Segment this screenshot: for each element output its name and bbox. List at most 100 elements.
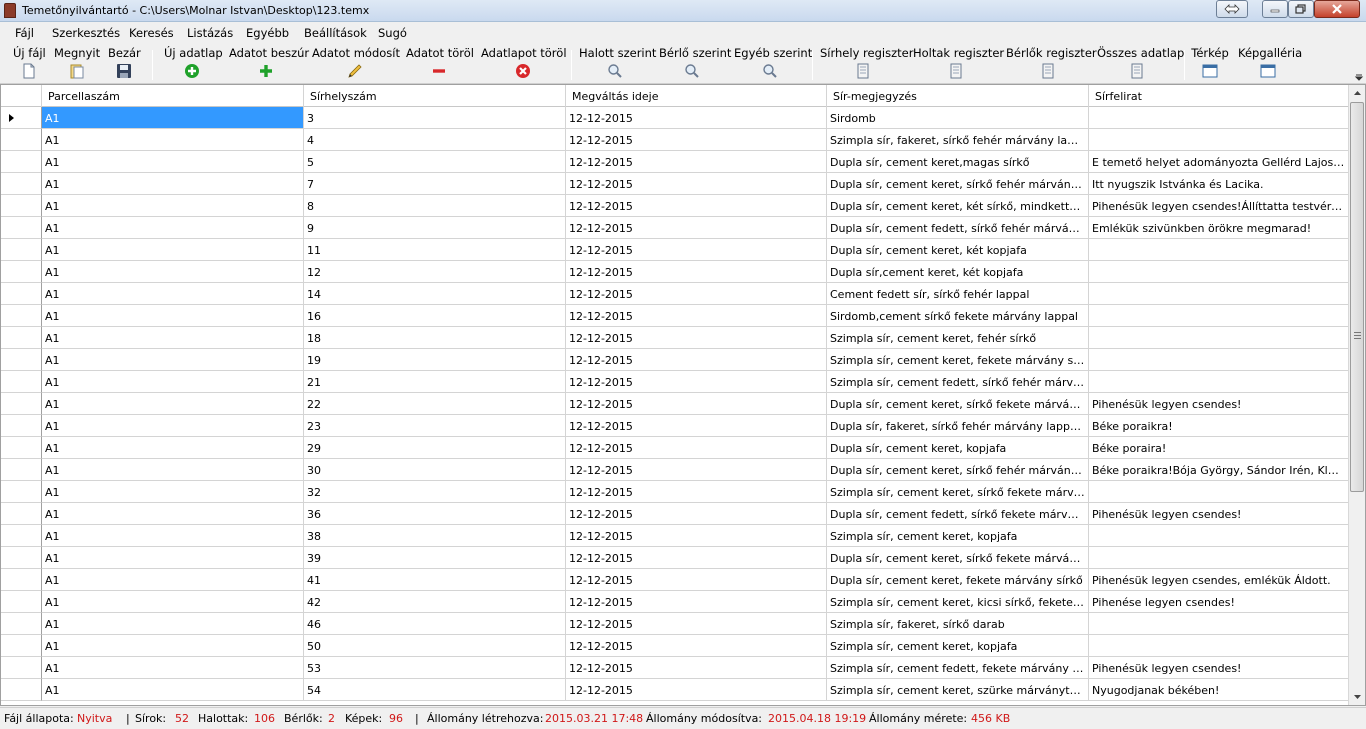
table-row[interactable]: A1 16 12-12-2015 Sirdomb,cement sírkő feket… <box>1 305 1349 327</box>
inscription-cell[interactable]: Itt nyugszik Istvánka és Lacika. <box>1089 173 1349 195</box>
column-header-grave-number[interactable]: Sírhelyszám <box>304 85 566 107</box>
data-grid[interactable]: Parcellaszám Sírhelyszám Megváltás ideje… <box>0 84 1366 706</box>
table-row[interactable]: A1 29 12-12-2015 Dupla sír, cement keret, k… <box>1 437 1349 459</box>
row-header[interactable] <box>1 635 42 657</box>
grave-note-cell[interactable]: Dupla sír, cement fedett, sírkő fekete m… <box>827 503 1089 525</box>
redemption-date-cell[interactable]: 12-12-2015 <box>566 591 827 613</box>
grave-note-cell[interactable]: Sirdomb,cement sírkő fekete márvány lapp… <box>827 305 1089 327</box>
parcel-cell[interactable]: A1 <box>42 415 304 437</box>
grave-number-cell[interactable]: 36 <box>304 503 566 525</box>
vertical-scrollbar[interactable] <box>1348 85 1365 705</box>
header-corner[interactable] <box>1 85 42 107</box>
inscription-cell[interactable] <box>1089 305 1349 327</box>
row-header[interactable] <box>1 129 42 151</box>
table-row[interactable]: A1 50 12-12-2015 Szimpla sír, cement keret,… <box>1 635 1349 657</box>
table-row[interactable]: A1 12 12-12-2015 Dupla sír,cement keret, ké… <box>1 261 1349 283</box>
inscription-cell[interactable] <box>1089 635 1349 657</box>
parcel-cell[interactable]: A1 <box>42 569 304 591</box>
search-other-button[interactable]: Egyéb szerint <box>734 46 812 82</box>
redemption-date-cell[interactable]: 12-12-2015 <box>566 657 827 679</box>
grave-note-cell[interactable]: Szimpla sír, fakeret, sírkő darab <box>827 613 1089 635</box>
redemption-date-cell[interactable]: 12-12-2015 <box>566 547 827 569</box>
grave-number-cell[interactable]: 19 <box>304 349 566 371</box>
row-header[interactable] <box>1 261 42 283</box>
redemption-date-cell[interactable]: 12-12-2015 <box>566 107 827 129</box>
redemption-date-cell[interactable]: 12-12-2015 <box>566 525 827 547</box>
inscription-cell[interactable] <box>1089 107 1349 129</box>
inscription-cell[interactable]: Béke poraikra! <box>1089 415 1349 437</box>
table-row[interactable]: A1 39 12-12-2015 Dupla sír, cement keret, s… <box>1 547 1349 569</box>
parcel-cell[interactable]: A1 <box>42 503 304 525</box>
grave-note-cell[interactable]: Dupla sír, cement keret, két kopjafa <box>827 239 1089 261</box>
table-row[interactable]: A1 46 12-12-2015 Szimpla sír, fakeret, sírk… <box>1 613 1349 635</box>
table-row[interactable]: A1 38 12-12-2015 Szimpla sír, cement keret,… <box>1 525 1349 547</box>
table-row[interactable]: A1 41 12-12-2015 Dupla sír, cement keret, f… <box>1 569 1349 591</box>
table-row[interactable]: A1 11 12-12-2015 Dupla sír, cement keret, k… <box>1 239 1349 261</box>
parcel-cell[interactable]: A1 <box>42 217 304 239</box>
grave-number-cell[interactable]: 39 <box>304 547 566 569</box>
grave-number-cell[interactable]: 50 <box>304 635 566 657</box>
edit-record-button[interactable]: Adatot módosít <box>312 46 400 82</box>
redemption-date-cell[interactable]: 12-12-2015 <box>566 239 827 261</box>
redemption-date-cell[interactable]: 12-12-2015 <box>566 415 827 437</box>
menu-search[interactable]: Keresés <box>129 26 174 40</box>
table-row[interactable]: A1 23 12-12-2015 Dupla sír, fakeret, sírkő … <box>1 415 1349 437</box>
inscription-cell[interactable]: E temető helyet adományozta Gellérd Lajo… <box>1089 151 1349 173</box>
grave-note-cell[interactable]: Szimpla sír, cement fedett, sírkő fehér … <box>827 371 1089 393</box>
grave-number-cell[interactable]: 5 <box>304 151 566 173</box>
inscription-cell[interactable] <box>1089 283 1349 305</box>
grave-note-cell[interactable]: Dupla sír, cement keret, sírkő fehér már… <box>827 173 1089 195</box>
redemption-date-cell[interactable]: 12-12-2015 <box>566 635 827 657</box>
table-row[interactable]: A1 30 12-12-2015 Dupla sír, cement keret, s… <box>1 459 1349 481</box>
parcel-cell[interactable]: A1 <box>42 349 304 371</box>
grave-number-cell[interactable]: 11 <box>304 239 566 261</box>
parcel-cell[interactable]: A1 <box>42 151 304 173</box>
grave-note-cell[interactable]: Dupla sír, cement keret, sírkő fehér már… <box>827 459 1089 481</box>
grave-note-cell[interactable]: Szimpla sír, fakeret, sírkő fehér márván… <box>827 129 1089 151</box>
grave-note-cell[interactable]: Szimpla sír, cement keret, szürke márván… <box>827 679 1089 701</box>
grave-note-cell[interactable]: Szimpla sír, cement keret, fehér sírkő <box>827 327 1089 349</box>
table-row[interactable]: A1 4 12-12-2015 Szimpla sír, fakeret, sírkő… <box>1 129 1349 151</box>
grave-note-cell[interactable]: Dupla sír, cement keret,magas sírkő <box>827 151 1089 173</box>
row-header[interactable] <box>1 107 42 129</box>
table-row[interactable]: A1 18 12-12-2015 Szimpla sír, cement keret,… <box>1 327 1349 349</box>
redemption-date-cell[interactable]: 12-12-2015 <box>566 217 827 239</box>
inscription-cell[interactable] <box>1089 261 1349 283</box>
menu-other[interactable]: Egyébb <box>246 26 289 40</box>
parcel-cell[interactable]: A1 <box>42 591 304 613</box>
grave-note-cell[interactable]: Szimpla sír, cement fedett, fekete márvá… <box>827 657 1089 679</box>
parcel-cell[interactable]: A1 <box>42 129 304 151</box>
all-sheets-button[interactable]: Összes adatlap <box>1097 46 1184 82</box>
column-header-inscription[interactable]: Sírfelirat <box>1089 85 1349 107</box>
inscription-cell[interactable]: Pihenésük legyen csendes! <box>1089 393 1349 415</box>
grave-number-cell[interactable]: 14 <box>304 283 566 305</box>
redemption-date-cell[interactable]: 12-12-2015 <box>566 679 827 701</box>
parcel-cell[interactable]: A1 <box>42 107 304 129</box>
grave-note-cell[interactable]: Cement fedett sír, sírkő fehér lappal <box>827 283 1089 305</box>
row-header[interactable] <box>1 305 42 327</box>
table-row[interactable]: A1 32 12-12-2015 Szimpla sír, cement keret,… <box>1 481 1349 503</box>
tenant-register-button[interactable]: Bérlők regiszter <box>1006 46 1097 82</box>
row-header[interactable] <box>1 173 42 195</box>
redemption-date-cell[interactable]: 12-12-2015 <box>566 129 827 151</box>
row-header[interactable] <box>1 679 42 701</box>
table-row[interactable]: A1 21 12-12-2015 Szimpla sír, cement fedett… <box>1 371 1349 393</box>
table-row[interactable]: A1 42 12-12-2015 Szimpla sír, cement keret,… <box>1 591 1349 613</box>
redemption-date-cell[interactable]: 12-12-2015 <box>566 371 827 393</box>
row-header[interactable] <box>1 591 42 613</box>
scroll-up-icon[interactable] <box>1349 85 1366 102</box>
grave-number-cell[interactable]: 29 <box>304 437 566 459</box>
column-header-redemption-date[interactable]: Megváltás ideje <box>566 85 827 107</box>
grave-number-cell[interactable]: 38 <box>304 525 566 547</box>
parcel-cell[interactable]: A1 <box>42 261 304 283</box>
grave-note-cell[interactable]: Dupla sír, cement keret, fekete márvány … <box>827 569 1089 591</box>
row-header[interactable] <box>1 437 42 459</box>
row-header[interactable] <box>1 393 42 415</box>
parcel-cell[interactable]: A1 <box>42 437 304 459</box>
parcel-cell[interactable]: A1 <box>42 481 304 503</box>
redemption-date-cell[interactable]: 12-12-2015 <box>566 173 827 195</box>
parcel-cell[interactable]: A1 <box>42 305 304 327</box>
parcel-cell[interactable]: A1 <box>42 613 304 635</box>
redemption-date-cell[interactable]: 12-12-2015 <box>566 503 827 525</box>
parcel-cell[interactable]: A1 <box>42 635 304 657</box>
